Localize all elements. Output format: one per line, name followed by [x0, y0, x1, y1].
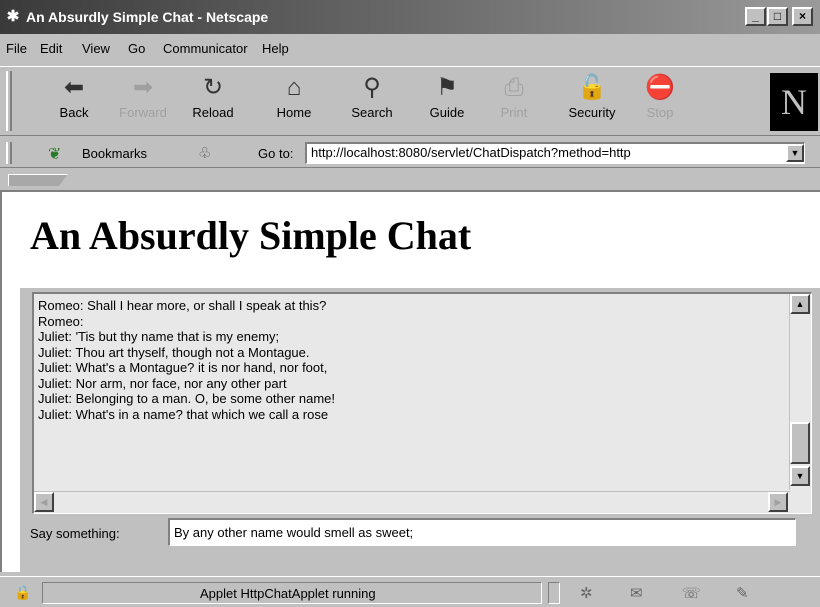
guide-label: Guide: [429, 105, 465, 120]
menu-help[interactable]: Help: [262, 41, 289, 56]
vertical-scroll-thumb[interactable]: [790, 422, 810, 464]
forward-arrow-icon: ➡: [132, 74, 154, 101]
collapsed-toolbar-strip: [0, 172, 820, 188]
print-label: Print: [500, 105, 528, 120]
collapsed-toolbar-tab[interactable]: [8, 174, 68, 186]
goto-label: Go to:: [258, 146, 294, 161]
horizontal-scrollbar[interactable]: ◀ ▶: [34, 491, 790, 513]
chat-line: Juliet: What's a Montague? it is nor han…: [38, 360, 328, 375]
chat-transcript[interactable]: Romeo: Shall I hear more, or shall I spe…: [32, 292, 812, 514]
search-icon: ⚲: [363, 74, 381, 101]
security-label: Security: [568, 105, 616, 120]
scroll-right-button[interactable]: ▶: [768, 492, 788, 512]
page-heading: An Absurdly Simple Chat: [30, 213, 472, 258]
location-grip[interactable]: [6, 142, 12, 164]
netscape-app-icon[interactable]: ✱: [4, 8, 22, 26]
menu-communicator[interactable]: Communicator: [163, 41, 248, 56]
chat-line: Juliet: Belonging to a man. O, be some o…: [38, 391, 336, 406]
chat-line: Juliet: What's in a name? that which we …: [38, 406, 329, 422]
chat-lines: Romeo: Shall I hear more, or shall I spe…: [38, 298, 778, 422]
progress-panel: [548, 582, 560, 604]
status-bar: 🔒 Applet HttpChatApplet running ✲ ✉ ☏ ✎: [0, 576, 820, 607]
vertical-scrollbar[interactable]: ▲ ▼: [789, 294, 811, 490]
say-something-input[interactable]: By any other name would smell as sweet;: [168, 518, 796, 546]
close-button[interactable]: ×: [792, 7, 813, 26]
maximize-button[interactable]: □: [767, 7, 788, 26]
minimize-button[interactable]: _: [745, 7, 766, 26]
back-button[interactable]: ⬅ Back: [42, 71, 106, 131]
menu-bar: File Edit View Go Communicator Help: [0, 36, 820, 62]
search-button[interactable]: ⚲ Search: [340, 71, 404, 131]
page-content: An Absurdly Simple Chat Romeo: Shall I h…: [0, 190, 820, 574]
security-lock-icon: 🔓: [577, 74, 607, 101]
toolbar-grip[interactable]: [6, 71, 12, 131]
bookmarks-icon[interactable]: ❦: [48, 144, 61, 164]
status-text: Applet HttpChatApplet running: [200, 586, 376, 601]
url-input[interactable]: http://localhost:8080/servlet/ChatDispat…: [305, 142, 805, 164]
reload-icon: ↻: [202, 74, 224, 101]
navigation-toolbar: ⬅ Back ➡ Forward ↻ Reload ⌂ Home ⚲ Searc…: [0, 66, 820, 136]
discussions-icon[interactable]: ☏: [682, 584, 701, 602]
navigator-icon[interactable]: ✲: [580, 584, 593, 602]
stop-button[interactable]: ⛔ Stop: [628, 71, 692, 131]
chat-line: Romeo: Shall I hear more, or shall I spe…: [38, 298, 327, 313]
stop-icon: ⛔: [645, 74, 675, 101]
stop-label: Stop: [646, 105, 674, 120]
chat-applet: Romeo: Shall I hear more, or shall I spe…: [20, 288, 820, 574]
back-arrow-icon: ⬅: [63, 74, 85, 101]
chat-line: Juliet: Thou art thyself, though not a M…: [38, 344, 310, 360]
location-toolbar: ❦ Bookmarks ♧ Go to: http://localhost:80…: [0, 138, 820, 168]
back-label: Back: [59, 105, 89, 120]
bookmarks-button[interactable]: Bookmarks: [82, 146, 147, 161]
url-text: http://localhost:8080/servlet/ChatDispat…: [311, 145, 631, 160]
scroll-left-button[interactable]: ◀: [34, 492, 54, 512]
search-label: Search: [351, 105, 393, 120]
page-proxy-icon[interactable]: ♧: [198, 144, 211, 162]
security-button[interactable]: 🔓 Security: [560, 71, 624, 131]
netscape-logo[interactable]: N: [770, 73, 818, 131]
scroll-up-button[interactable]: ▲: [790, 294, 810, 314]
window-title: An Absurdly Simple Chat - Netscape: [26, 9, 269, 25]
browser-window: ✱ An Absurdly Simple Chat - Netscape _ □…: [0, 0, 820, 607]
say-something-label: Say something:: [30, 526, 120, 541]
home-button[interactable]: ⌂ Home: [262, 71, 326, 131]
security-status-icon[interactable]: 🔒: [14, 584, 31, 601]
mail-icon[interactable]: ✉: [630, 584, 643, 602]
forward-label: Forward: [119, 105, 167, 120]
chat-line: Juliet: Nor arm, nor face, nor any other…: [38, 375, 287, 391]
menu-view[interactable]: View: [82, 41, 110, 56]
forward-button[interactable]: ➡ Forward: [111, 71, 175, 131]
menu-go[interactable]: Go: [128, 41, 145, 56]
title-bar[interactable]: ✱ An Absurdly Simple Chat - Netscape _ □…: [0, 0, 820, 34]
guide-button[interactable]: ⚑ Guide: [415, 71, 479, 131]
menu-file[interactable]: File: [6, 41, 27, 56]
guide-icon: ⚑: [436, 74, 458, 101]
url-dropdown-button[interactable]: ▼: [786, 144, 804, 162]
composer-icon[interactable]: ✎: [736, 584, 749, 602]
home-icon: ⌂: [286, 74, 302, 101]
chat-line: Juliet: 'Tis but thy name that is my ene…: [38, 329, 280, 344]
menu-edit[interactable]: Edit: [40, 41, 62, 56]
print-icon: ⎙: [504, 74, 524, 101]
scroll-down-button[interactable]: ▼: [790, 466, 810, 486]
chat-line: Romeo:: [38, 313, 84, 329]
print-button[interactable]: ⎙ Print: [482, 71, 546, 131]
reload-label: Reload: [192, 105, 234, 120]
reload-button[interactable]: ↻ Reload: [181, 71, 245, 131]
home-label: Home: [276, 105, 312, 120]
